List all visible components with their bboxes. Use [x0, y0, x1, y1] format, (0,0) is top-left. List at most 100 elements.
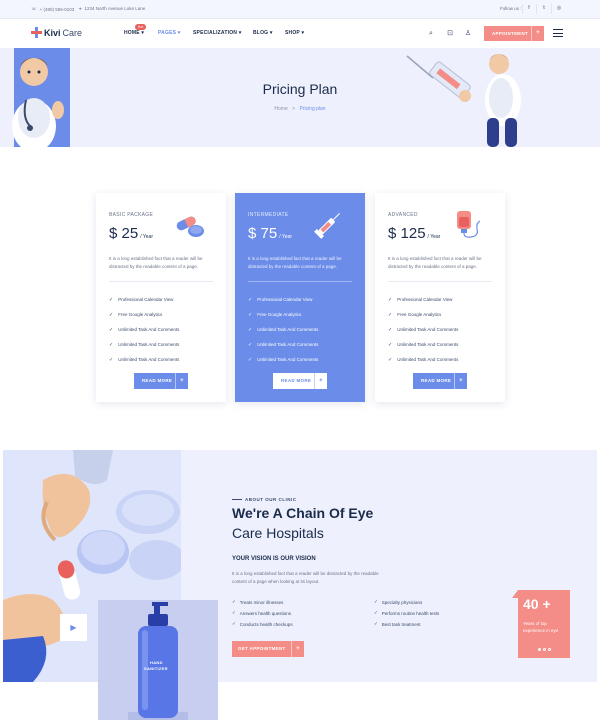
plus-icon: +: [454, 373, 467, 389]
check-icon: ✓: [232, 599, 236, 604]
get-appointment-button[interactable]: GET APPOINTMENT +: [232, 641, 304, 657]
plan-name: ADVANCED: [388, 212, 418, 218]
logo-text-kivi: Kivi: [44, 27, 61, 38]
check-icon: ✓: [248, 356, 253, 363]
map-pin-icon: ⌖: [79, 6, 82, 11]
plan-price: $ 75/ Year: [248, 225, 292, 242]
divider: [551, 4, 552, 14]
logo[interactable]: Kivi Care: [31, 27, 82, 38]
appointment-label: APPOINTMENT: [492, 31, 529, 36]
menu-icon[interactable]: [553, 29, 563, 40]
experience-number: 40 +: [523, 596, 551, 612]
twitter-icon[interactable]: 𝕥: [540, 5, 548, 13]
syringe-icon: [314, 213, 340, 239]
plus-icon: +: [314, 373, 327, 389]
plan-description: It is a long established fact that a rea…: [109, 256, 203, 269]
page-hero: Pricing Plan Home > Pricing plan: [0, 48, 600, 147]
check-icon: ✓: [248, 311, 253, 318]
bottle-label-line1: HAND: [150, 660, 163, 665]
address-info: ⌖ 1234 North Avenue Luke Lane: [79, 6, 145, 11]
check-icon: ✓: [248, 326, 253, 333]
feature-item: ✓ Unlimited Task And Comments: [248, 356, 319, 363]
check-icon: ✓: [374, 621, 378, 626]
breadcrumb-home[interactable]: Home: [274, 106, 287, 112]
hot-badge: Hot: [135, 24, 146, 30]
feature-list: ✓ Professional Calendar View ✓ Free Google…: [248, 292, 318, 367]
feature-list: ✓ Professional Calendar View ✓ Free Google…: [109, 292, 179, 367]
check-icon: ✓: [109, 296, 114, 303]
section-title-line2: Care Hospitals: [232, 525, 324, 541]
about-description: It is a long established fact that a rea…: [232, 571, 379, 584]
feature-item: ✓ Unlimited Task And Comments: [109, 326, 180, 333]
plan-price: $ 125/ Year: [388, 225, 441, 242]
pricing-card-basic: BASIC PACKAGE $ 25/ Year It is a long es…: [96, 193, 226, 402]
feature-item: ✓ Professional Calendar View: [388, 296, 453, 303]
plan-price: $ 25/ Year: [109, 225, 153, 242]
phone-info[interactable]: ☏ + (480) 555-0103: [31, 6, 74, 12]
phone-text: + (480) 555-0103: [39, 6, 75, 12]
divider: [522, 4, 523, 14]
check-icon: ✓: [109, 311, 114, 318]
read-more-button[interactable]: READ MORE +: [273, 373, 327, 389]
feature-list: ✓ Professional Calendar View ✓ Free Google…: [388, 292, 458, 367]
carousel-dots[interactable]: [538, 648, 551, 651]
nav-pages[interactable]: PAGES ▾: [158, 30, 180, 36]
nav-shop[interactable]: SHOP ▾: [285, 30, 304, 36]
phone-icon: ☏: [31, 6, 37, 11]
pricing-card-advanced: ADVANCED $ 125/ Year It is a long establ…: [375, 193, 505, 402]
check-icon: ✓: [109, 356, 114, 363]
plan-description: It is a long established fact that a rea…: [388, 256, 482, 269]
feature-item: ✓ Professional Calendar View: [109, 296, 174, 303]
doctor-illustration-left: [12, 48, 70, 147]
bottle-label-line2: SANITIZER: [144, 666, 168, 671]
nav-specialization[interactable]: SPECIALIZATION ▾: [193, 30, 241, 36]
experience-label: Years of top experience in eye: [523, 621, 559, 633]
logo-cross-icon: [31, 27, 42, 38]
doctor-syringe-illustration: [406, 54, 521, 147]
feature-item: ✓ Free Google Analytics: [248, 311, 302, 318]
about-feature-item: ✓ Answers health questions: [232, 610, 292, 616]
about-feature-item: ✓ Best task treatment: [374, 621, 421, 627]
nav-home[interactable]: HOME ▾: [124, 30, 144, 36]
user-icon[interactable]: ♙: [464, 30, 472, 38]
pricing-card-intermediate: INTERMEDIATE $ 75/ Year It is a long est…: [235, 193, 365, 402]
section-sublabel: ABOUT OUR CLINIC: [232, 497, 297, 502]
plus-icon: +: [175, 373, 188, 389]
divider: [109, 281, 213, 282]
hand-sanitizer-image: HAND SANITIZER: [98, 600, 218, 720]
check-icon: ✓: [109, 326, 114, 333]
search-icon[interactable]: ⌕: [427, 30, 435, 38]
main-header: Kivi Care HOME ▾ Hot PAGES ▾ SPECIALIZATI…: [0, 19, 600, 48]
check-icon: ✓: [374, 610, 378, 615]
cart-icon[interactable]: ⊡: [446, 30, 454, 38]
plus-icon: +: [531, 26, 544, 41]
instagram-icon[interactable]: ◎: [555, 5, 563, 13]
follow-us-label: Follow us :: [500, 6, 522, 11]
feature-item: ✓ Unlimited Task And Comments: [248, 326, 319, 333]
read-more-button[interactable]: READ MORE +: [134, 373, 188, 389]
facebook-icon[interactable]: f: [525, 5, 533, 13]
plus-icon: +: [291, 641, 304, 657]
plan-name: BASIC PACKAGE: [109, 212, 154, 218]
divider: [536, 4, 537, 14]
plan-name: INTERMEDIATE: [248, 212, 289, 218]
experience-badge: 40 + Years of top experience in eye: [518, 590, 570, 658]
appointment-button[interactable]: APPOINTMENT +: [484, 26, 544, 41]
feature-item: ✓ Unlimited Task And Comments: [388, 356, 459, 363]
logo-text-care: Care: [62, 27, 83, 38]
feature-item: ✓ Free Google Analytics: [388, 311, 442, 318]
feature-item: ✓ Unlimited Task And Comments: [388, 326, 459, 333]
check-icon: ✓: [388, 311, 393, 318]
play-video-button[interactable]: ▶: [60, 614, 87, 641]
address-text: 1234 North Avenue Luke Lane: [84, 6, 146, 11]
check-icon: ✓: [109, 341, 114, 348]
nav-blog[interactable]: BLOG ▾: [253, 30, 273, 36]
about-feature-item: ✓ Conducts health checkups: [232, 621, 293, 627]
check-icon: ✓: [374, 599, 378, 604]
check-icon: ✓: [388, 326, 393, 333]
feature-item: ✓ Unlimited Task And Comments: [248, 341, 319, 348]
plan-description: It is a long established fact that a rea…: [248, 256, 342, 269]
vision-heading: YOUR VISION IS OUR VISION: [232, 556, 316, 562]
read-more-button[interactable]: READ MORE +: [413, 373, 467, 389]
check-icon: ✓: [232, 610, 236, 615]
